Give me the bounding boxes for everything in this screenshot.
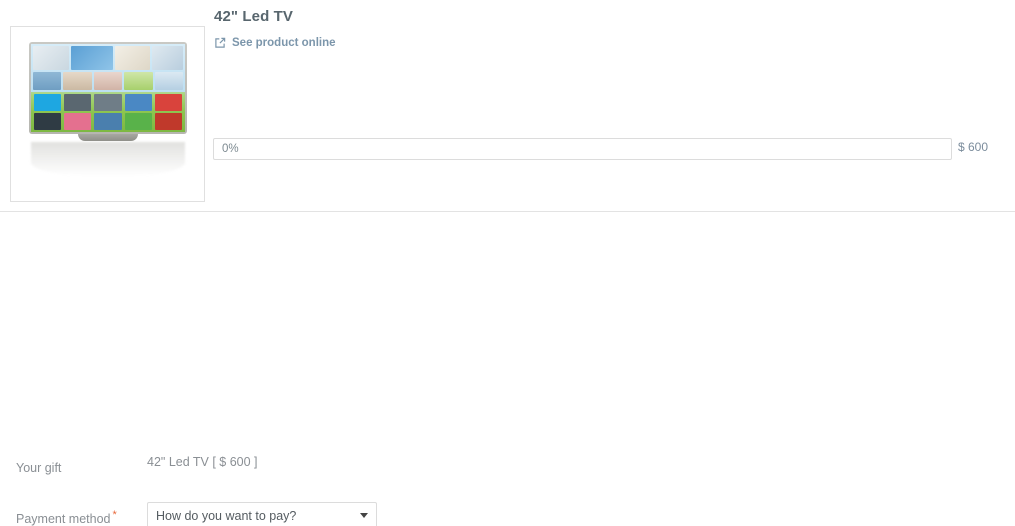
tv-stand: [78, 134, 138, 141]
tv-bezel: [29, 42, 187, 134]
chevron-down-icon: [360, 513, 368, 518]
funding-progress-bar: 0%: [213, 138, 952, 160]
tv-reflection: [31, 142, 185, 176]
payment-method-label: Payment method *: [16, 509, 117, 526]
page-title: 42" Led TV: [214, 8, 293, 25]
payment-method-select[interactable]: How do you want to pay?: [147, 502, 377, 526]
product-image-box[interactable]: [10, 26, 205, 202]
see-product-online-link[interactable]: See product online: [214, 37, 336, 49]
payment-method-selected-value: How do you want to pay?: [156, 508, 297, 523]
progress-percent-label: 0%: [222, 143, 239, 155]
required-asterisk: *: [112, 509, 117, 521]
gift-form-panel: Your gift 42" Led TV [ $ 600 ] Payment m…: [0, 213, 1015, 526]
tv-screen: [31, 44, 185, 132]
product-price: $ 600: [958, 140, 989, 154]
smart-tv-image: [19, 37, 197, 187]
your-gift-label: Your gift: [16, 461, 62, 475]
payment-method-label-text: Payment method: [16, 512, 111, 526]
external-link-icon: [214, 37, 226, 49]
gift-payment-page: 42" Led TV See product online 0% $ 600 Y…: [0, 0, 1015, 526]
product-panel: 42" Led TV See product online 0% $ 600: [0, 0, 1015, 212]
your-gift-value: 42" Led TV [ $ 600 ]: [147, 455, 258, 469]
see-product-online-label: See product online: [232, 37, 336, 49]
